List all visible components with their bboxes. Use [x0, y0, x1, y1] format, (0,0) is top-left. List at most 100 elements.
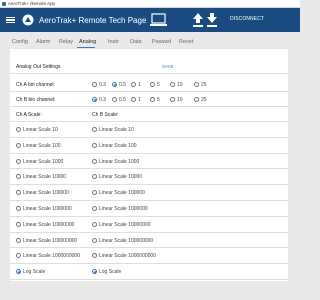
scale-option-row: Linear Scale 10000000 Linear Scale 100000… [10, 217, 288, 233]
ch-a-scale-radio[interactable] [16, 206, 21, 211]
ch-b-scale-radio[interactable] [92, 158, 97, 164]
ch-a-bin-option-label: 25 [201, 82, 207, 88]
ch-b-scale-option-label: Linear Scale 1000 [99, 158, 140, 165]
ch-b-bin-option-label: 0.3 [99, 97, 106, 103]
ch-b-scale-option-label: Log Scale [99, 269, 122, 276]
ch-a-scale-option-label: Linear Scale 100000 [23, 190, 69, 197]
tab-instr[interactable]: Instr [108, 39, 119, 45]
ch-a-bin-radio[interactable] [170, 82, 175, 87]
ch-b-bin-radio[interactable] [92, 97, 97, 102]
ch-b-scale-option-label: Linear Scale 100000000 [99, 237, 154, 244]
ch-a-scale-radio[interactable] [16, 190, 21, 196]
settings-header-row: Analog Out Settings SAVE [10, 59, 288, 74]
ch-b-scale-option-label: Linear Scale 100000 [99, 190, 145, 197]
ch-a-scale-radio[interactable] [16, 174, 21, 180]
ch-b-bin-option-label: 25 [201, 97, 207, 103]
scale-option-row: Linear Scale 1000 Linear Scale 1000 [10, 154, 288, 170]
scale-option-row: Linear Scale 1000000000 Linear Scale 1000… [10, 248, 288, 265]
analog-settings-panel: Analog Out Settings SAVE Ch A bin channe… [10, 49, 288, 281]
ch-b-bin-row: Ch B bin channel: 0.3 0.5 1 5 10 25 [10, 92, 288, 107]
scale-option-row: Linear Scale 10 Linear Scale 10 [10, 122, 288, 138]
window-title-bar: AeroTrak+ Remote App [0, 0, 300, 8]
ch-b-bin-label: Ch B bin channel: [16, 97, 56, 103]
ch-b-scale-option-label: Linear Scale 100 [99, 142, 137, 149]
ch-a-scale-radio[interactable] [16, 253, 21, 259]
upload-arrow-icon[interactable] [193, 13, 203, 27]
ch-b-scale-label: Ch B Scale: [92, 112, 119, 118]
ch-a-scale-option-label: Linear Scale 100000000 [23, 237, 78, 244]
laptop-icon[interactable] [150, 13, 167, 27]
ch-b-scale-radio[interactable] [92, 269, 97, 275]
scale-option-row: Linear Scale 10000 Linear Scale 10000 [10, 169, 288, 186]
aerotrak-logo-icon [22, 14, 34, 26]
ch-a-scale-radio[interactable] [16, 158, 21, 164]
ch-a-scale-option-label: Linear Scale 1000 [23, 158, 64, 165]
ch-a-scale-option-label: Linear Scale 1000000 [23, 206, 72, 212]
ch-a-bin-radio[interactable] [131, 82, 136, 87]
disconnect-button[interactable]: DISCONNECT [230, 16, 264, 22]
tab-alarm[interactable]: Alarm [36, 39, 50, 45]
ch-a-scale-option-label: Linear Scale 10 [23, 127, 58, 133]
ch-a-bin-option-label: 1 [138, 82, 141, 88]
ch-b-scale-option-label: Linear Scale 1000000000 [99, 253, 156, 260]
tab-config[interactable]: Config [12, 39, 28, 45]
scale-header-row: Ch A Scale: Ch B Scale: [10, 107, 288, 122]
ch-a-bin-label: Ch A bin channel: [16, 82, 55, 88]
tab-relay[interactable]: Relay [59, 39, 73, 45]
ch-b-scale-radio[interactable] [92, 127, 97, 132]
scale-option-row: Linear Scale 1000000 Linear Scale 1000000 [10, 201, 288, 217]
ch-a-scale-option-label: Linear Scale 10000 [23, 174, 67, 181]
ch-a-scale-radio[interactable] [16, 237, 21, 243]
download-arrow-icon[interactable] [207, 13, 217, 27]
ch-b-scale-option-label: Linear Scale 10000 [99, 174, 143, 181]
ch-b-scale-radio[interactable] [92, 237, 97, 243]
ch-a-bin-radio[interactable] [150, 82, 155, 87]
tab-passwd[interactable]: Passwd [152, 39, 171, 45]
ch-a-bin-radio[interactable] [194, 82, 199, 87]
ch-b-scale-option-label: Linear Scale 10000000 [99, 221, 151, 228]
hamburger-menu-icon[interactable] [6, 17, 15, 23]
ch-b-scale-radio[interactable] [92, 221, 97, 227]
ch-b-bin-option-label: 10 [177, 97, 183, 103]
ch-b-scale-option-label: Linear Scale 1000000 [99, 206, 148, 212]
ch-a-scale-radio[interactable] [16, 221, 21, 227]
tab-reset[interactable]: Reset [179, 39, 193, 45]
ch-a-bin-option-label: 10 [177, 82, 183, 88]
ch-b-bin-radio[interactable] [170, 97, 175, 102]
ch-a-bin-radio[interactable] [92, 82, 97, 87]
ch-a-scale-radio[interactable] [16, 127, 21, 132]
ch-b-bin-option-label: 1 [138, 97, 141, 103]
ch-b-scale-radio[interactable] [92, 253, 97, 259]
tab-bar: Config Alarm Relay Analog Instr Data Pas… [0, 32, 300, 49]
ch-b-scale-option-label: Linear Scale 10 [99, 127, 134, 133]
window-title: AeroTrak+ Remote App [8, 1, 55, 6]
ch-a-scale-option-label: Linear Scale 100 [23, 142, 61, 149]
ch-b-bin-radio[interactable] [112, 97, 117, 102]
ch-b-scale-radio[interactable] [92, 190, 97, 196]
scale-option-row: Linear Scale 100000 Linear Scale 100000 [10, 185, 288, 201]
ch-a-scale-radio[interactable] [16, 142, 21, 148]
ch-b-scale-radio[interactable] [92, 174, 97, 180]
app-title: AeroTrak+ Remote Tech Page [39, 16, 147, 25]
ch-a-bin-radio[interactable] [112, 82, 117, 87]
ch-a-scale-radio[interactable] [16, 269, 21, 275]
ch-b-bin-radio[interactable] [150, 97, 155, 102]
tab-data[interactable]: Data [130, 39, 142, 45]
save-button[interactable]: SAVE [162, 64, 174, 69]
ch-b-bin-option-label: 0.5 [119, 97, 126, 103]
ch-a-scale-label: Ch A Scale: [16, 112, 42, 118]
scale-option-row: Linear Scale 100 Linear Scale 100 [10, 138, 288, 154]
ch-a-scale-option-label: Linear Scale 1000000000 [23, 253, 80, 260]
ch-b-bin-option-label: 5 [157, 97, 160, 103]
ch-b-scale-radio[interactable] [92, 206, 97, 211]
app-header: AeroTrak+ Remote Tech Page DISCONNECT [0, 8, 300, 32]
ch-a-scale-option-label: Linear Scale 10000000 [23, 221, 75, 228]
ch-b-bin-radio[interactable] [194, 97, 199, 102]
bottom-strip [0, 281, 300, 300]
ch-b-scale-radio[interactable] [92, 142, 97, 148]
tab-analog[interactable]: Analog [79, 39, 96, 45]
ch-b-bin-radio[interactable] [131, 97, 136, 102]
ch-a-scale-option-label: Log Scale [23, 269, 46, 276]
app-window-icon [2, 2, 6, 6]
ch-a-bin-row: Ch A bin channel: 0.3 0.5 1 5 10 25 [10, 77, 288, 92]
